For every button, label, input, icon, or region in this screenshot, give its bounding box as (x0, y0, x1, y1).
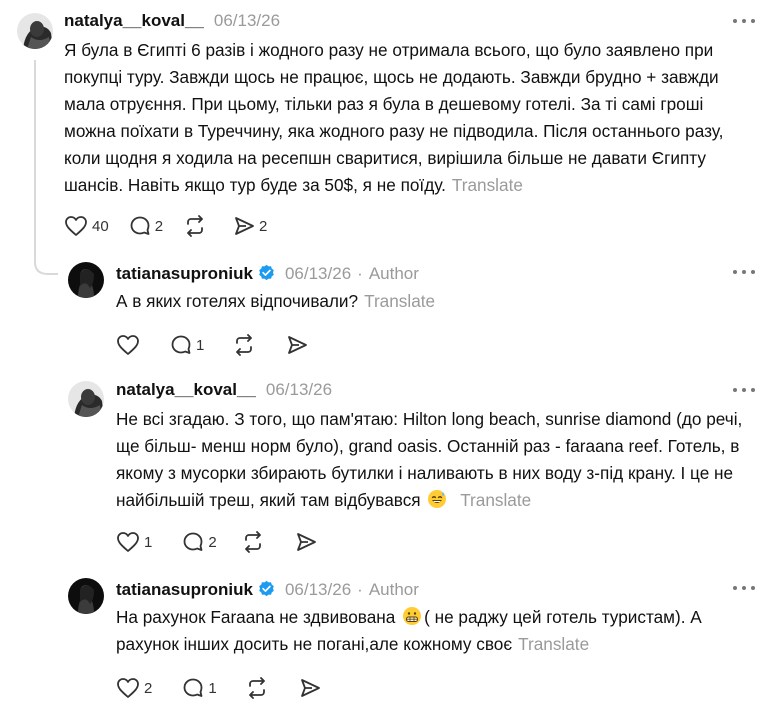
avatar[interactable] (68, 381, 104, 417)
post-header: natalya__koval__ 06/13/26 (64, 11, 280, 31)
share-icon (300, 679, 320, 697)
author-label: Author (368, 264, 419, 283)
more-icon[interactable] (733, 586, 755, 592)
reply-count: 1 (208, 679, 217, 697)
repost-icon (244, 531, 261, 553)
reply-icon (130, 216, 150, 235)
thread-curve (34, 250, 58, 275)
verified-icon (259, 264, 274, 281)
post-header: tatianasuproniuk 06/13/26 · Author (116, 262, 419, 284)
post-date[interactable]: 06/13/26 (214, 11, 280, 31)
translate-link[interactable]: Translate (452, 175, 523, 195)
repost-icon (236, 334, 253, 356)
reply-button[interactable]: 1 (182, 677, 217, 699)
verified-icon (259, 580, 274, 597)
reply-count: 2 (208, 533, 217, 551)
more-icon[interactable] (733, 388, 755, 394)
username[interactable]: tatianasuproniuk (116, 264, 253, 284)
heart-icon (117, 678, 139, 698)
reply-button[interactable]: 1 (170, 334, 204, 356)
post-actions: 2 1 (116, 676, 321, 700)
translate-link[interactable]: Translate (364, 291, 435, 311)
share-icon (296, 533, 316, 551)
translate-link[interactable]: Translate (460, 490, 531, 510)
post-body-before: На рахунок Faraana не здвивована (116, 607, 396, 627)
more-icon[interactable] (733, 270, 755, 276)
post-text: Не всі згадаю. З того, що пам'ятаю: Hilt… (116, 406, 761, 514)
post-actions: 1 (116, 333, 308, 357)
share-icon (288, 336, 308, 354)
like-count: 2 (144, 679, 153, 697)
repost-button[interactable] (183, 215, 207, 237)
like-button[interactable]: 2 (116, 677, 152, 699)
post-text: На рахунок Faraana не здвивована ( не ра… (116, 604, 756, 658)
heart-icon (117, 335, 139, 355)
post-body: А в яких готелях відпочивали? (116, 291, 359, 311)
post-text: А в яких готелях відпочивали? Translate (116, 288, 756, 315)
separator: · (357, 580, 363, 599)
username[interactable]: natalya__koval__ (116, 380, 256, 400)
reply-icon (183, 532, 203, 551)
share-button[interactable]: 2 (233, 215, 267, 237)
share-icon (235, 217, 254, 235)
like-count: 40 (92, 217, 109, 235)
repost-button[interactable] (232, 334, 256, 356)
post-header: tatianasuproniuk 06/13/26 · Author (116, 578, 419, 600)
avatar[interactable] (68, 578, 104, 614)
post-actions: 40 2 2 (64, 214, 267, 238)
reply-icon (183, 678, 203, 697)
post-date[interactable]: 06/13/26 (266, 380, 332, 400)
username[interactable]: natalya__koval__ (64, 11, 204, 31)
post-header: natalya__koval__ 06/13/26 (116, 380, 332, 400)
avatar[interactable] (68, 262, 104, 298)
avatar[interactable] (17, 13, 53, 49)
username[interactable]: tatianasuproniuk (116, 580, 253, 600)
thread-line (34, 60, 36, 260)
post-date[interactable]: 06/13/26 (285, 580, 351, 600)
share-button[interactable] (286, 334, 308, 356)
like-button[interactable] (116, 334, 140, 356)
sweat-smile-emoji-icon (428, 490, 447, 508)
more-icon[interactable] (733, 19, 755, 25)
heart-icon (117, 532, 139, 552)
repost-button[interactable] (241, 531, 265, 553)
share-button[interactable] (299, 677, 321, 699)
separator: · (357, 264, 363, 283)
heart-icon (65, 216, 87, 236)
post-date[interactable]: 06/13/26 (285, 264, 351, 284)
reply-icon (171, 335, 191, 354)
repost-icon (248, 677, 265, 699)
like-button[interactable]: 40 (64, 215, 109, 237)
author-label: Author (368, 580, 419, 599)
share-button[interactable] (295, 531, 317, 553)
share-count: 2 (259, 217, 268, 235)
like-count: 1 (144, 533, 153, 551)
post-body: Я була в Єгипті 6 разів і жодного разу н… (64, 40, 724, 195)
translate-link[interactable]: Translate (518, 634, 589, 654)
grimace-emoji-icon (403, 607, 422, 625)
reply-button[interactable]: 2 (129, 215, 163, 237)
repost-button[interactable] (245, 677, 269, 699)
reply-button[interactable]: 2 (182, 531, 217, 553)
reply-count: 2 (154, 217, 164, 235)
reply-count: 1 (196, 336, 205, 354)
repost-icon (187, 215, 203, 237)
like-button[interactable]: 1 (116, 531, 152, 553)
post-actions: 1 2 (116, 530, 317, 554)
post-text: Я була в Єгипті 6 разів і жодного разу н… (64, 37, 754, 199)
